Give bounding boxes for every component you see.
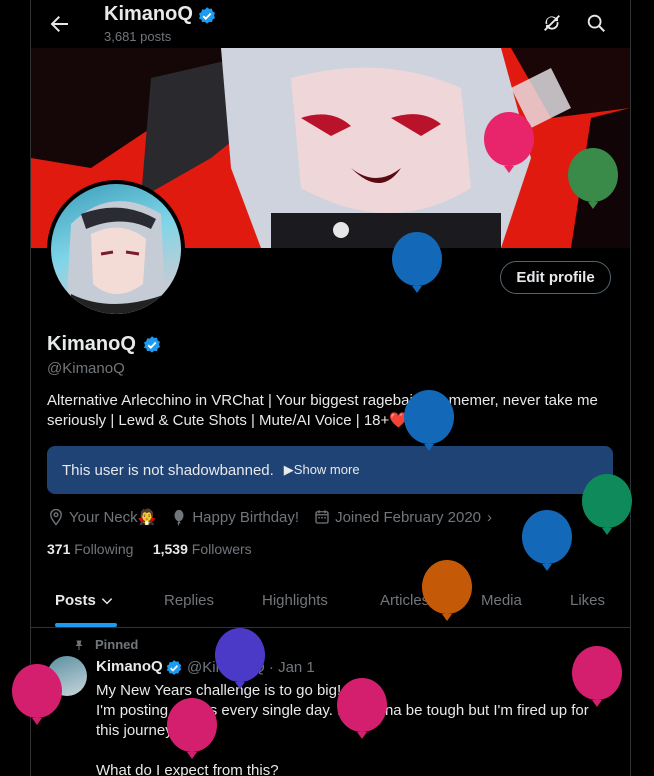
refresh-icon[interactable] <box>541 12 563 34</box>
following-count: 371 <box>47 541 71 557</box>
location-text: Your Neck <box>69 508 138 526</box>
balloon-icon <box>174 509 184 526</box>
birthday-item: Happy Birthday! <box>170 508 299 526</box>
balloon-icon <box>484 112 534 173</box>
profile-handle: @KimanoQ <box>47 360 125 377</box>
profile-column: KimanoQ 3,681 posts Edit profile KimanoQ… <box>30 0 631 776</box>
balloon-icon <box>572 646 622 707</box>
tab-posts[interactable]: Posts <box>55 592 114 609</box>
follow-stats: 371 Following 1,539 Followers <box>47 541 252 557</box>
verified-icon <box>166 660 182 675</box>
pin-icon <box>75 640 83 650</box>
post-count: 3,681 posts <box>104 29 172 44</box>
tab-replies[interactable]: Replies <box>164 592 214 609</box>
search-icon[interactable] <box>585 12 607 34</box>
profile-tabs: Posts Replies Highlights Articles Media … <box>31 577 630 628</box>
balloon-icon <box>392 232 442 293</box>
profile-avatar[interactable] <box>47 180 185 318</box>
calendar-icon <box>315 510 329 524</box>
location-icon <box>50 508 62 526</box>
pinned-label: Pinned <box>95 637 139 652</box>
bio-text: Alternative Arlecchino in VRChat | Your … <box>47 392 598 429</box>
tab-likes[interactable]: Likes <box>570 592 605 609</box>
followers-link[interactable]: 1,539 Followers <box>153 541 252 557</box>
joined-item: Joined February 2020 › <box>313 508 492 526</box>
verified-icon <box>199 7 215 24</box>
balloon-icon <box>12 664 62 725</box>
top-title: KimanoQ <box>104 3 193 25</box>
avatar-image <box>51 184 181 314</box>
show-more-label: Show more <box>293 462 360 477</box>
location-item: Your Neck 🧛 <box>47 508 156 526</box>
active-tab-indicator <box>55 623 117 627</box>
tab-highlights[interactable]: Highlights <box>262 592 328 609</box>
top-bar: KimanoQ 3,681 posts <box>31 0 630 48</box>
chevron-right-icon[interactable]: › <box>487 509 492 526</box>
following-link[interactable]: 371 Following <box>47 541 133 557</box>
balloon-icon <box>582 474 632 535</box>
balloon-icon <box>522 510 572 571</box>
edit-profile-button[interactable]: Edit profile <box>500 261 611 294</box>
followers-count: 1,539 <box>152 541 188 557</box>
balloon-icon <box>422 560 472 621</box>
pinned-post[interactable]: Pinned KimanoQ @KimanoQ · Jan 1 ··· My N… <box>31 628 630 776</box>
balloon-icon <box>568 148 618 209</box>
followers-label: Followers <box>191 541 252 557</box>
profile-meta: Your Neck 🧛 Happy Birthday! Joined Februa… <box>47 508 506 526</box>
balloon-icon <box>215 628 265 689</box>
back-arrow-icon[interactable] <box>47 12 71 36</box>
chevron-down-icon <box>101 598 113 605</box>
balloon-icon <box>167 698 217 759</box>
profile-bio: Alternative Arlecchino in VRChat | Your … <box>47 391 617 431</box>
tab-media[interactable]: Media <box>481 592 522 609</box>
joined-text: Joined February 2020 <box>335 508 482 526</box>
profile-name: KimanoQ <box>47 333 136 355</box>
following-label: Following <box>74 541 134 557</box>
notice-text: This user is not shadowbanned. <box>62 461 274 479</box>
verified-icon <box>144 336 160 353</box>
shadowban-notice: This user is not shadowbanned. ▶Show mor… <box>47 446 613 494</box>
show-more-link[interactable]: ▶Show more <box>284 462 360 478</box>
balloon-icon <box>337 678 387 739</box>
birthday-text: Happy Birthday! <box>192 508 300 526</box>
location-emoji: 🧛 <box>137 509 157 526</box>
tab-posts-label: Posts <box>55 592 96 609</box>
post-author-name[interactable]: KimanoQ <box>96 658 163 675</box>
balloon-icon <box>404 390 454 451</box>
